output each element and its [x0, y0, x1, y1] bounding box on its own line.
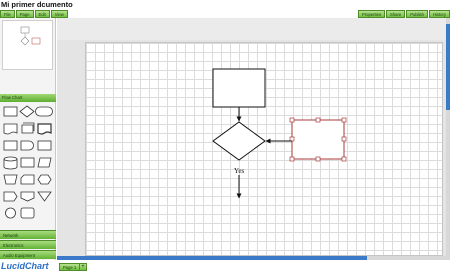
predefined-process-shape [3, 140, 18, 151]
lucidchart-logo: LucidChart [1, 261, 49, 271]
tape-shape [37, 123, 52, 135]
menu-right: Properties Share Publish History [357, 10, 450, 18]
shape-palette [2, 104, 54, 244]
connector-shape [5, 207, 16, 219]
manual-operation-shape [37, 140, 52, 151]
selected-box [291, 119, 345, 160]
decision-shape [19, 105, 35, 118]
internal-storage-shape [20, 157, 35, 168]
vertical-scrollbar[interactable] [446, 18, 450, 260]
electronics-group[interactable]: Electronics [0, 240, 56, 249]
rounded-process-shape [20, 207, 35, 219]
trapezoid-shape [3, 174, 18, 185]
menu-view[interactable]: View [50, 10, 68, 18]
canvas-area[interactable]: Yes [57, 18, 450, 260]
document-title[interactable]: Mi primer dcumento [1, 0, 73, 10]
menu-file[interactable]: File [0, 10, 15, 18]
menu-edit[interactable]: Edit [34, 10, 50, 18]
database-shape [3, 156, 18, 170]
menu-left: File Page Edit View [0, 10, 68, 18]
properties-button[interactable]: Properties [357, 10, 386, 18]
merge-shape [37, 191, 52, 202]
hexagon-shape [37, 174, 52, 185]
menu-bar: File Page Edit View Properties Share Pub… [0, 10, 450, 18]
vertical-scroll-thumb[interactable] [446, 24, 450, 110]
bottom-bar: LucidChart Page 1 + [0, 260, 450, 273]
yes-label: Yes [234, 167, 244, 175]
off-page-shape [20, 191, 35, 202]
share-button[interactable]: Share [386, 10, 406, 18]
page-tab[interactable]: Page 1 [59, 263, 81, 271]
display-shape [3, 191, 18, 202]
delay-shape [20, 140, 34, 151]
data-shape [37, 157, 52, 168]
document-shape [3, 123, 18, 135]
process-shape [3, 106, 18, 117]
publish-button[interactable]: Publish [406, 10, 428, 18]
add-page-button[interactable]: + [79, 263, 87, 271]
multi-document-shape [21, 122, 35, 134]
terminator-shape [35, 106, 53, 117]
menu-page[interactable]: Page [15, 10, 34, 18]
decision-diamond [212, 121, 266, 161]
network-group[interactable]: Network [0, 230, 56, 239]
sidebar: Flow Chart Network Electronics Audio Equ… [0, 18, 56, 260]
drawing-page[interactable]: Yes [85, 42, 443, 256]
process-box [212, 68, 266, 108]
canvas-margin [57, 18, 447, 40]
thumbnail-diagram [20, 26, 41, 46]
flow-chart-section[interactable]: Flow Chart [0, 94, 56, 102]
diagram: Yes [212, 68, 347, 199]
card-shape [20, 174, 35, 185]
page-thumbnail[interactable] [2, 20, 53, 70]
audio-equipment-group[interactable]: Audio Equipment [0, 250, 56, 259]
history-button[interactable]: History [428, 10, 450, 18]
